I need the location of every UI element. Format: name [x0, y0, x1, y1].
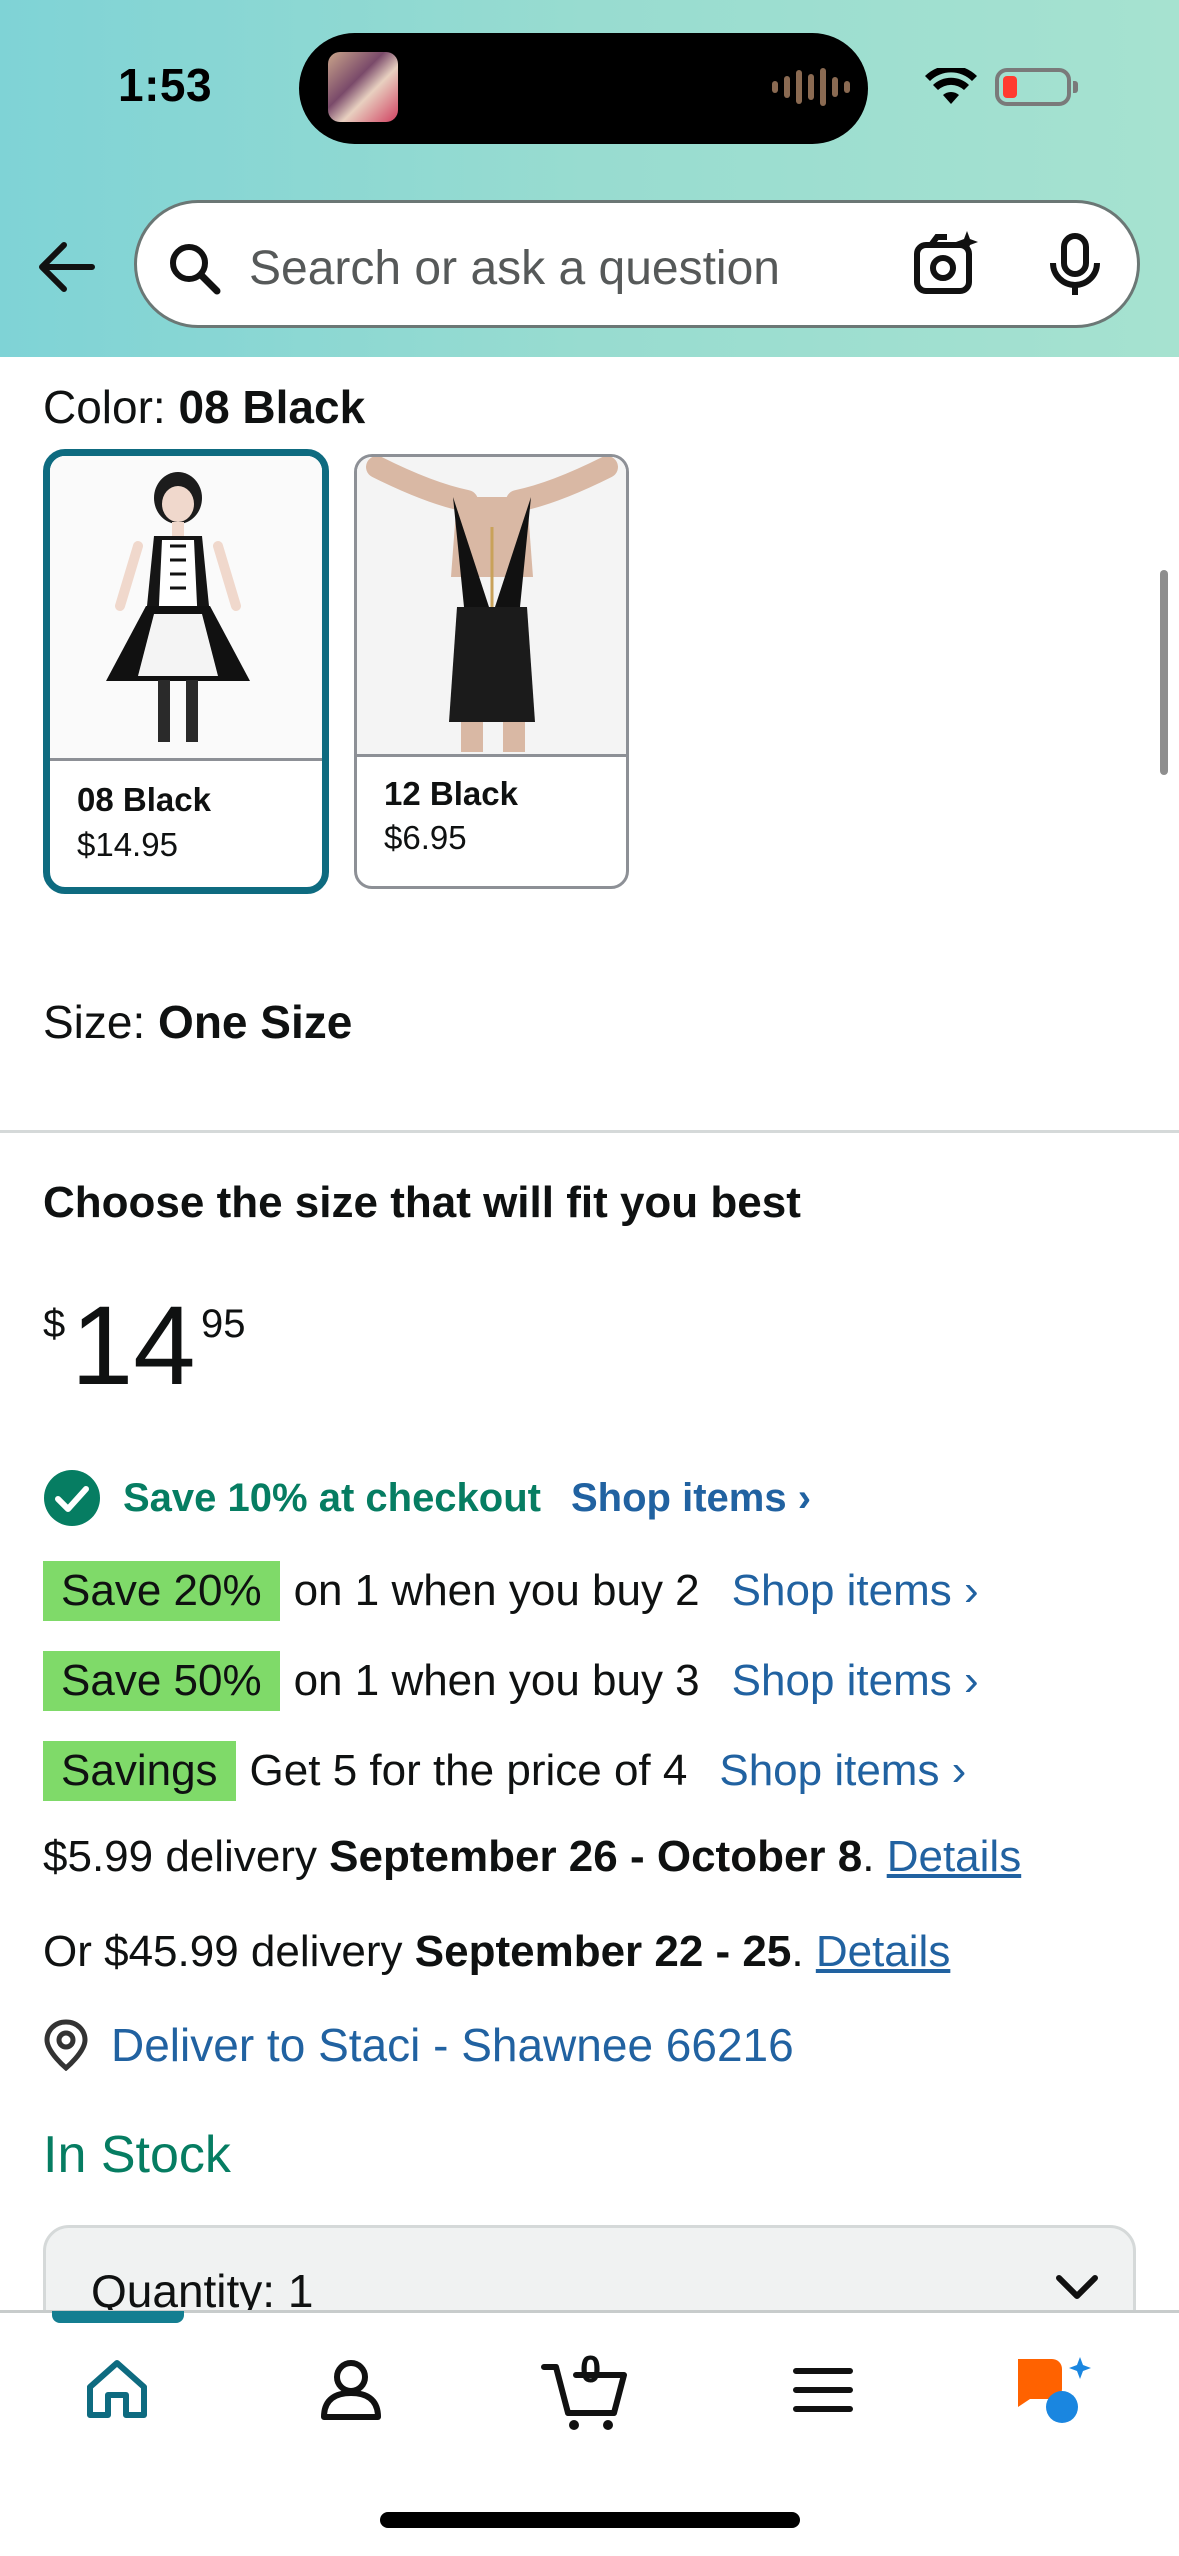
shop-items-link[interactable]: Shop items › — [732, 1656, 979, 1706]
fit-heading: Choose the size that will fit you best — [43, 1178, 801, 1227]
promo-desc: on 1 when you buy 2 — [293, 1566, 700, 1615]
price-currency: $ — [43, 1302, 66, 1346]
location-pin-icon — [44, 2019, 88, 2071]
product-image-halter-dress — [357, 457, 626, 757]
price-fraction: 95 — [201, 1302, 246, 1346]
shop-items-link[interactable]: Shop items › — [732, 1566, 979, 1616]
promo-desc: Get 5 for the price of 4 — [249, 1746, 688, 1795]
shop-items-link[interactable]: Shop items › — [719, 1746, 966, 1796]
home-indicator — [380, 2512, 800, 2528]
microphone-icon[interactable] — [1047, 233, 1103, 299]
color-label: Color: 08 Black — [43, 381, 366, 433]
checkout-promo-text: Save 10% at checkout — [123, 1475, 541, 1520]
promo-row: Savings Get 5 for the price of 4 Shop it… — [43, 1741, 966, 1801]
camera-lens-icon[interactable] — [911, 229, 981, 299]
rufus-ai-icon[interactable] — [1012, 2353, 1096, 2425]
delivery-express: Or $45.99 delivery September 22 - 25. De… — [43, 1927, 951, 1976]
audio-wave-icon — [772, 68, 850, 106]
swatch-12-black[interactable]: 12 Black $6.95 — [354, 454, 629, 889]
section-divider — [0, 1130, 1179, 1133]
scrollbar[interactable] — [1160, 570, 1168, 775]
menu-icon[interactable] — [790, 2357, 856, 2423]
battery-icon — [995, 68, 1078, 106]
promo-desc: on 1 when you buy 3 — [293, 1656, 700, 1705]
search-bar[interactable]: Search or ask a question — [134, 200, 1140, 328]
swatch-name: 08 Black — [77, 781, 211, 818]
dress-illustration — [50, 456, 322, 758]
swatch-price: $6.95 — [384, 819, 467, 856]
active-tab-indicator — [52, 2311, 184, 2323]
color-value: 08 Black — [178, 381, 366, 433]
promo-badge: Save 50% — [43, 1651, 280, 1711]
promo-badge: Save 20% — [43, 1561, 280, 1621]
product-image-maid-dress — [50, 456, 322, 761]
checkout-promo: Save 10% at checkout Shop items › — [43, 1468, 811, 1528]
cart-button[interactable]: 0 — [540, 2343, 630, 2433]
deliver-to-link[interactable]: Deliver to Staci - Shawnee 66216 — [43, 2018, 794, 2072]
dress-illustration — [357, 457, 626, 754]
search-input[interactable]: Search or ask a question — [249, 241, 780, 296]
swatch-08-black[interactable]: 08 Black $14.95 — [43, 449, 329, 894]
wifi-icon — [925, 68, 977, 104]
status-time: 1:53 — [118, 59, 213, 111]
swatch-name: 12 Black — [384, 775, 518, 812]
promo-badge: Savings — [43, 1741, 236, 1801]
size-value: One Size — [158, 996, 353, 1048]
now-playing-thumbnail — [328, 52, 398, 122]
header: 1:53 Search or ask a question — [0, 0, 1179, 357]
stock-status: In Stock — [43, 2126, 231, 2184]
search-icon — [170, 244, 221, 295]
promo-row: Save 20% on 1 when you buy 2 Shop items … — [43, 1561, 979, 1621]
shop-items-link[interactable]: Shop items › — [571, 1476, 811, 1521]
chevron-down-icon — [1056, 2275, 1098, 2299]
promo-row: Save 50% on 1 when you buy 3 Shop items … — [43, 1651, 979, 1711]
size-label: Size: One Size — [43, 996, 353, 1048]
price-whole: 14 — [71, 1283, 196, 1408]
back-arrow-icon[interactable] — [34, 237, 98, 297]
cart-count: 0 — [580, 2349, 602, 2391]
details-link[interactable]: Details — [816, 1927, 951, 1976]
account-icon[interactable] — [318, 2357, 384, 2423]
deliver-to-text: Deliver to Staci - Shawnee 66216 — [111, 2019, 794, 2071]
check-circle-icon — [44, 1470, 100, 1526]
swatch-price: $14.95 — [77, 826, 178, 863]
home-icon[interactable] — [84, 2357, 150, 2423]
details-link[interactable]: Details — [887, 1832, 1022, 1881]
delivery-standard: $5.99 delivery September 26 - October 8.… — [43, 1832, 1022, 1881]
